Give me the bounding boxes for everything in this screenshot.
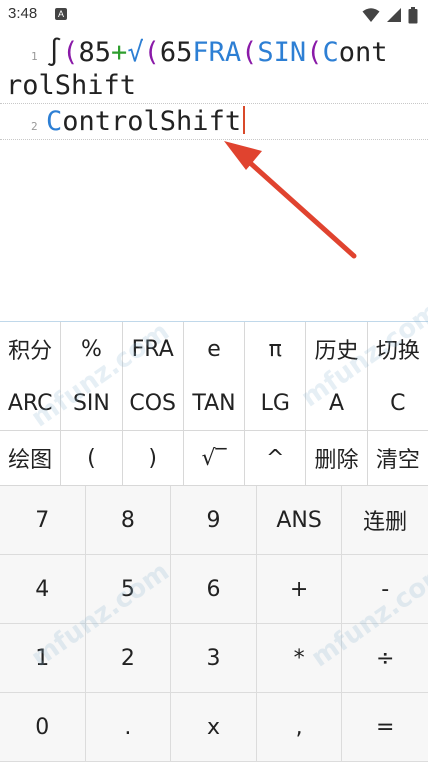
key-5[interactable]: 5 [85,555,172,624]
key-history[interactable]: 历史 [306,322,368,377]
key-clear[interactable]: 清空 [367,431,428,486]
key-minus[interactable]: - [342,555,428,624]
key-comma[interactable]: , [256,693,343,762]
function-row-3: 绘图 ( ) √‾ ^ 删除 清空 [0,431,428,486]
key-c[interactable]: C [367,376,428,431]
key-arc[interactable]: ARC [0,376,62,431]
key-integral[interactable]: 积分 [0,322,62,377]
key-ans[interactable]: ANS [256,486,343,555]
key-e[interactable]: e [183,322,246,377]
key-close-paren[interactable]: ) [122,431,184,486]
key-multiply[interactable]: * [256,624,343,693]
key-pi[interactable]: π [245,322,307,377]
key-tan[interactable]: TAN [183,376,246,431]
keypad: 积分 % FRA e π 历史 切换 ARC SIN COS TAN LG A … [0,321,428,762]
annotation-arrow-icon [224,141,357,259]
key-3[interactable]: 3 [171,624,257,693]
key-9[interactable]: 9 [171,486,257,555]
key-4[interactable]: 4 [0,555,86,624]
key-0[interactable]: 0 [0,693,86,762]
key-6[interactable]: 6 [171,555,257,624]
key-switch[interactable]: 切换 [367,322,428,377]
key-7[interactable]: 7 [0,486,86,555]
function-row-2: ARC SIN COS TAN LG A C [0,376,428,431]
key-equals[interactable]: = [342,693,428,762]
key-continuous-delete[interactable]: 连删 [342,486,428,555]
key-graph[interactable]: 绘图 [0,431,62,486]
key-divide[interactable]: ÷ [342,624,428,693]
key-sqrt[interactable]: √‾ [183,431,246,486]
key-fra[interactable]: FRA [122,322,184,377]
number-pad: 7 8 9 ANS 连删 4 5 6 + - 1 2 3 * ÷ 0 . x ,… [0,486,428,762]
key-1[interactable]: 1 [0,624,86,693]
key-sin[interactable]: SIN [61,376,123,431]
function-row-1: 积分 % FRA e π 历史 切换 [0,321,428,377]
key-delete[interactable]: 删除 [306,431,368,486]
key-x[interactable]: x [171,693,257,762]
key-plus[interactable]: + [256,555,343,624]
key-8[interactable]: 8 [85,486,172,555]
key-lg[interactable]: LG [245,376,307,431]
key-a[interactable]: A [306,376,368,431]
key-cos[interactable]: COS [122,376,184,431]
key-power[interactable]: ^ [245,431,307,486]
key-open-paren[interactable]: ( [61,431,123,486]
key-decimal[interactable]: . [85,693,172,762]
key-2[interactable]: 2 [85,624,172,693]
key-percent[interactable]: % [61,322,123,377]
